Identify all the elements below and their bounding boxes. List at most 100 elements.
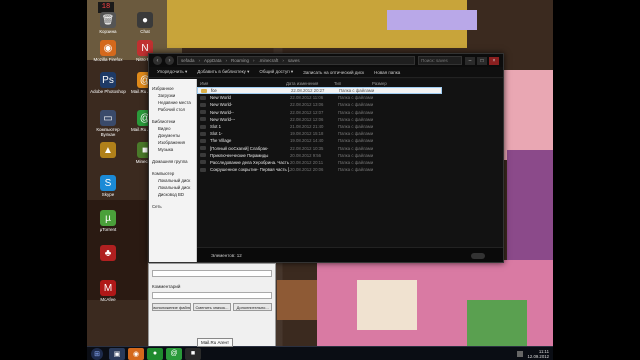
app-icon: ♣ <box>100 245 116 261</box>
file-row[interactable]: New World- 22.08.2012 13:06 Папка с файлам… <box>197 101 503 108</box>
desktop-icon-label: Компьютер Вулкан <box>96 127 120 137</box>
breadcrumb-item[interactable]: saves <box>288 58 300 63</box>
desktop-icon[interactable]: ◉ Mozilla Firefox <box>90 40 126 62</box>
share-button[interactable]: Общий доступ ▾ <box>259 69 293 75</box>
column-size[interactable]: Размер <box>372 81 402 86</box>
action-center-icon[interactable] <box>517 350 524 357</box>
nav-favorites[interactable]: Избранное <box>149 85 196 92</box>
file-list[interactable]: Имя Дата изменения Тип Размер fce 22.08.2… <box>197 79 503 262</box>
nav-computer[interactable]: Компьютер <box>149 170 196 177</box>
file-date: 21.08.2012 21:40 <box>290 124 324 130</box>
taskbar-app-icon[interactable]: ● <box>147 347 163 360</box>
file-row[interactable]: Slot 1 21.08.2012 21:40 Папка с файлами <box>197 123 503 130</box>
desktop-icon[interactable]: Ps Adobe Photoshop <box>90 72 126 94</box>
add-to-library-button[interactable]: Добавить в библиотеку ▾ <box>197 69 249 75</box>
desktop-icon[interactable]: µ μTorrent <box>90 210 126 232</box>
close-icon[interactable]: × <box>489 56 499 65</box>
desktop-icon[interactable]: 🗑 Корзина <box>90 12 126 34</box>
dialog-field[interactable] <box>152 270 272 277</box>
dialog-buttons: Расположение файлы Сменить значок... Доп… <box>149 303 275 311</box>
breadcrumb-separator-icon: › <box>253 58 255 63</box>
desktop-icon[interactable]: ▲ <box>90 142 126 159</box>
nav-item-recent[interactable]: Недавние места <box>149 99 196 106</box>
file-row[interactable]: New World--- 22.08.2012 12:06 Папка с файл… <box>197 116 503 123</box>
column-type[interactable]: Тип <box>334 81 372 86</box>
nav-libraries[interactable]: Библиотеки <box>149 118 196 125</box>
file-name: New World- <box>210 102 233 108</box>
start-button[interactable]: ⊞ <box>91 347 103 360</box>
system-tray: 11:11 12.09.2012 <box>517 349 553 359</box>
file-row[interactable]: Приключенческие Пирамиды 20.08.2012 9:56 П… <box>197 152 503 159</box>
navigation-pane: Избранное Загрузки Недавние места Рабочи… <box>149 79 197 262</box>
search-input[interactable]: Поиск: saves <box>418 56 462 65</box>
file-name: The Village <box>210 138 232 144</box>
organize-button[interactable]: Упорядочить ▾ <box>157 69 187 75</box>
folder-icon <box>200 102 206 107</box>
breadcrumb-item[interactable]: AppData <box>204 58 222 63</box>
desktop-icon-label: Adobe Photoshop <box>90 89 126 94</box>
column-name[interactable]: Имя <box>200 81 286 86</box>
breadcrumb-item[interactable]: sefada <box>181 58 195 63</box>
comment-input[interactable] <box>152 292 272 299</box>
comment-label: Комментарий <box>152 284 181 289</box>
nav-item-music[interactable]: Музыка <box>149 146 196 153</box>
nav-network[interactable]: Сеть <box>149 203 196 210</box>
nav-item-video[interactable]: Видео <box>149 125 196 132</box>
file-row[interactable]: Расследование дела Херобрина. Часть п...… <box>197 159 503 166</box>
taskbar-app-icon[interactable]: @ <box>166 347 182 360</box>
file-date: 19.08.2012 14:40 <box>290 138 324 144</box>
file-row[interactable]: New World-- 22.08.2012 12:07 Папка с файла… <box>197 109 503 116</box>
desktop-icon[interactable]: ● Chat <box>127 12 163 34</box>
file-rows: fce 22.08.2012 20:27 Папка с файлами New Wo… <box>197 87 503 173</box>
nav-item-bd-drive[interactable]: Дисковод BD <box>149 191 196 198</box>
nav-item-desktop[interactable]: Рабочий стол <box>149 106 196 113</box>
address-bar: ‹ › sefada › AppData › Roaming › .minecraft… <box>149 54 503 67</box>
back-icon[interactable]: ‹ <box>153 56 162 65</box>
advanced-button[interactable]: Дополнительно... <box>233 303 273 311</box>
file-row[interactable]: Slot 1- 19.08.2012 15:18 Папка с файлами <box>197 130 503 137</box>
forward-icon[interactable]: › <box>165 56 174 65</box>
taskbar-app-icon[interactable]: ◉ <box>128 347 144 360</box>
maximize-icon[interactable]: □ <box>477 56 487 65</box>
file-name: New World--- <box>210 116 236 122</box>
column-date[interactable]: Дата изменения <box>286 81 334 86</box>
minimize-icon[interactable]: – <box>465 56 475 65</box>
desktop-icon[interactable]: ▭ Компьютер Вулкан <box>90 110 126 137</box>
desktop-icon[interactable]: S Skype <box>90 175 126 197</box>
change-icon-button[interactable]: Сменить значок... <box>192 303 232 311</box>
breadcrumb[interactable]: sefada › AppData › Roaming › .minecraft › sa… <box>177 56 415 65</box>
file-row[interactable]: fce 22.08.2012 20:27 Папка с файлами <box>197 87 442 95</box>
breadcrumb-item[interactable]: Roaming <box>231 58 249 63</box>
desktop-icon-label: Mozilla Firefox <box>93 57 123 62</box>
breadcrumb-item[interactable]: .minecraft <box>259 58 279 63</box>
file-row[interactable]: The Village 19.08.2012 14:40 Папка с файла… <box>197 137 503 144</box>
desktop-icon-label: Skype <box>101 192 115 197</box>
desktop-icon-label: Корзина <box>99 29 117 34</box>
clock[interactable]: 11:11 12.09.2012 <box>527 349 549 359</box>
nav-item-drive[interactable]: Локальный диск <box>149 184 196 191</box>
file-name: Сокрушенное сокрытие- Первая часть [... <box>210 167 290 173</box>
file-row[interactable]: Сокрушенное сокрытие- Первая часть [... 2… <box>197 166 503 173</box>
taskbar-app-icon[interactable]: ■ <box>185 347 201 360</box>
nav-homegroup[interactable]: Домашняя группа <box>149 158 196 165</box>
desktop-icon[interactable]: M McAfee <box>90 280 126 302</box>
file-date: 22.08.2012 11:06 <box>290 95 324 101</box>
new-folder-button[interactable]: Новая папка <box>374 70 400 75</box>
file-row[interactable]: New World 22.08.2012 11:06 Папка с файлами <box>197 94 503 101</box>
burn-button[interactable]: Записать на оптический диск <box>303 70 364 75</box>
app-icon: ◉ <box>100 40 116 56</box>
file-row[interactable]: [Полный сюСкагий] Слабрак- 22.08.2012 10:… <box>197 145 503 152</box>
nav-item-pictures[interactable]: Изображения <box>149 139 196 146</box>
nav-item-downloads[interactable]: Загрузки <box>149 92 196 99</box>
file-date: 22.08.2012 10:35 <box>290 145 324 151</box>
explorer-window[interactable]: ‹ › sefada › AppData › Roaming › .minecraft… <box>148 53 504 263</box>
open-location-button[interactable]: Расположение файлы <box>152 303 191 311</box>
nav-item-documents[interactable]: Документы <box>149 132 196 139</box>
desktop-icon[interactable]: ♣ <box>90 245 126 262</box>
taskbar-tooltip: Mail.Ru Агент <box>197 338 234 347</box>
details-pane: Элементов: 12 <box>197 247 503 262</box>
taskbar-app-icon[interactable]: ▣ <box>109 347 125 360</box>
file-type: Папка с файлами <box>338 159 374 165</box>
status-icon <box>471 253 485 259</box>
nav-item-drive[interactable]: Локальный диск <box>149 177 196 184</box>
